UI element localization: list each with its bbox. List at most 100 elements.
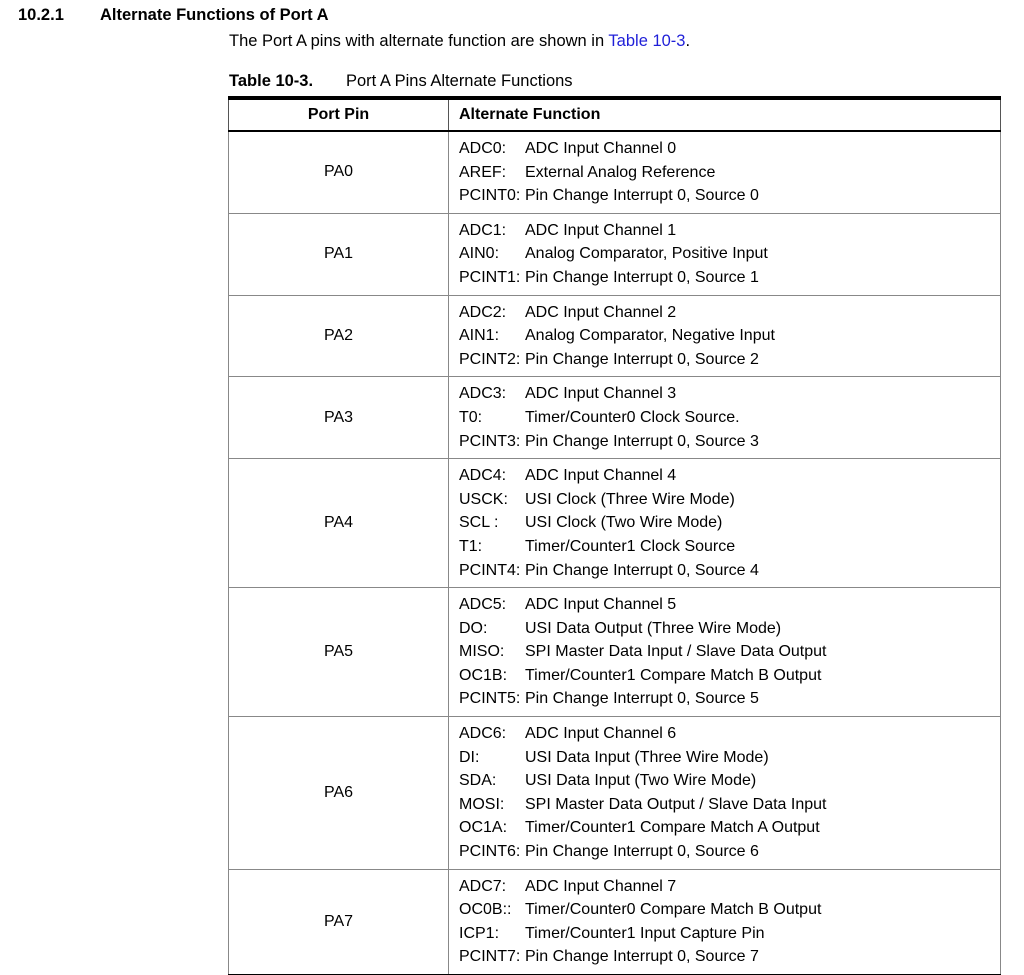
signal-name: DI: [459, 748, 480, 766]
signal-name: ADC4: [459, 467, 507, 485]
signal-description: USI Clock (Two Wire Mode) [525, 514, 723, 532]
signal-name: ADC0: [459, 140, 507, 157]
signal-description: ADC Input Channel 1 [525, 221, 677, 239]
signal-name: DO: [459, 619, 488, 637]
signal-description: ADC Input Channel 5 [525, 596, 677, 614]
signal-description: ADC Input Channel 6 [525, 725, 677, 743]
function-line: MOSI: SPI Master Data Output / Slave Data… [459, 793, 1000, 817]
function-line: AIN1: Analog Comparator, Negative Input [459, 324, 1000, 348]
function-line: PCINT1: Pin Change Interrupt 0, Source 1 [459, 266, 1000, 290]
function-line: AREF: External Analog Reference [459, 161, 1000, 185]
signal-description: Pin Change Interrupt 0, Source 6 [525, 843, 759, 861]
signal-description: Pin Change Interrupt 0, Source 1 [525, 268, 759, 286]
signal-description: Timer/Counter1 Compare Match B Output [525, 666, 822, 684]
signal-name: AIN0: [459, 245, 500, 263]
signal-description: Pin Change Interrupt 0, Source 4 [525, 561, 759, 579]
table-row: PA3 ADC3: ADC Input Channel 3 T0: Timer/Coun… [228, 376, 1001, 460]
signal-description: ADC Input Channel 0 [525, 140, 677, 157]
alternate-function-cell: ADC7: ADC Input Channel 7 OC0B:: Timer/Coun… [448, 868, 1001, 975]
signal-name: PCINT2: [459, 350, 521, 368]
signal-description: Timer/Counter1 Clock Source [525, 537, 736, 555]
section-heading: 10.2.1 Alternate Functions of Port A [18, 6, 329, 25]
function-line: PCINT7: Pin Change Interrupt 0, Source 7 [459, 945, 1000, 969]
table-row: PA2 ADC2: ADC Input Channel 2 AIN1: Analog C… [228, 294, 1001, 378]
signal-name: ADC1: [459, 221, 507, 239]
table-row: PA4 ADC4: ADC Input Channel 4 USCK: USI Cloc… [228, 458, 1001, 589]
header-port-pin: Port Pin [228, 96, 449, 132]
table-reference-link[interactable]: Table 10-3 [608, 32, 685, 50]
alternate-function-cell: ADC3: ADC Input Channel 3 T0: Timer/Counter… [448, 376, 1001, 460]
signal-description: USI Clock (Three Wire Mode) [525, 490, 735, 508]
signal-name: SDA: [459, 772, 497, 790]
signal-name: AREF: [459, 163, 507, 181]
port-pin-cell: PA2 [228, 294, 449, 378]
function-line: AIN0: Analog Comparator, Positive Input [459, 242, 1000, 266]
signal-description: Pin Change Interrupt 0, Source 7 [525, 948, 759, 966]
function-line: ADC4: ADC Input Channel 4 [459, 464, 1000, 488]
signal-name: ADC2: [459, 303, 507, 321]
intro-text: The Port A pins with alternate function … [229, 32, 609, 50]
function-line: ADC1: ADC Input Channel 1 [459, 219, 1000, 243]
port-pin-cell: PA7 [228, 868, 449, 975]
table-row: PA1 ADC1: ADC Input Channel 1 AIN0: Analog C… [228, 212, 1001, 296]
table-header-row: Port Pin Alternate Function [228, 96, 1001, 132]
signal-name: PCINT1: [459, 268, 521, 286]
signal-description: USI Data Input (Three Wire Mode) [525, 748, 769, 766]
signal-description: Timer/Counter1 Compare Match A Output [525, 819, 820, 837]
signal-description: USI Data Input (Two Wire Mode) [525, 772, 757, 790]
port-pin-cell: PA6 [228, 716, 449, 870]
signal-name: PCINT3: [459, 432, 521, 450]
port-pin-cell: PA3 [228, 376, 449, 460]
function-line: PCINT6: Pin Change Interrupt 0, Source 6 [459, 840, 1000, 864]
port-a-table-container: Port Pin Alternate Function PA0 ADC0: ADC … [228, 96, 1001, 975]
alternate-function-cell: ADC1: ADC Input Channel 1 AIN0: Analog Comp… [448, 212, 1001, 296]
signal-description: Timer/Counter0 Compare Match B Output [525, 901, 822, 919]
signal-description: Pin Change Interrupt 0, Source 3 [525, 432, 759, 450]
signal-name: PCINT4: [459, 561, 521, 579]
signal-description: ADC Input Channel 4 [525, 467, 677, 485]
signal-name: USCK: [459, 490, 508, 508]
table-caption-label: Table 10-3. [229, 72, 314, 90]
signal-name: PCINT0: [459, 187, 521, 205]
table-row: PA0 ADC0: ADC Input Channel 0 AREF: External… [228, 130, 1001, 214]
function-line: ICP1: Timer/Counter1 Input Capture Pin [459, 922, 1000, 946]
function-line: DO: USI Data Output (Three Wire Mode) [459, 617, 1000, 641]
signal-description: Timer/Counter1 Input Capture Pin [525, 924, 765, 942]
table-caption-title: Port A Pins Alternate Functions [346, 72, 573, 90]
signal-name: OC1B: [459, 666, 508, 684]
section-title: Alternate Functions of Port A [100, 6, 329, 24]
signal-description: Pin Change Interrupt 0, Source 5 [525, 690, 759, 708]
alternate-function-cell: ADC4: ADC Input Channel 4 USCK: USI Clock (… [448, 458, 1001, 589]
signal-description: USI Data Output (Three Wire Mode) [525, 619, 782, 637]
function-line: ADC0: ADC Input Channel 0 [459, 137, 1000, 161]
alternate-function-cell: ADC0: ADC Input Channel 0 AREF: External An… [448, 130, 1001, 214]
function-line: OC1B: Timer/Counter1 Compare Match B Outp… [459, 664, 1000, 688]
intro-text-end: . [685, 32, 691, 50]
signal-description: Analog Comparator, Negative Input [525, 327, 775, 345]
signal-description: Pin Change Interrupt 0, Source 0 [525, 187, 759, 205]
signal-name: ICP1: [459, 924, 500, 942]
function-line: ADC6: ADC Input Channel 6 [459, 722, 1000, 746]
signal-name: T1: [459, 537, 483, 555]
function-line: OC1A: Timer/Counter1 Compare Match A Outp… [459, 816, 1000, 840]
signal-name: AIN1: [459, 327, 500, 345]
function-line: SCL : USI Clock (Two Wire Mode) [459, 511, 1000, 535]
function-line: PCINT3: Pin Change Interrupt 0, Source 3 [459, 430, 1000, 454]
signal-description: ADC Input Channel 7 [525, 877, 677, 895]
port-pin-cell: PA4 [228, 458, 449, 589]
table-row: PA5 ADC5: ADC Input Channel 5 DO: USI Data O… [228, 587, 1001, 718]
function-line: DI: USI Data Input (Three Wire Mode) [459, 746, 1000, 770]
port-pin-cell: PA5 [228, 587, 449, 718]
function-line: MISO: SPI Master Data Input / Slave Data … [459, 640, 1000, 664]
function-line: ADC7: ADC Input Channel 7 [459, 875, 1000, 899]
signal-description: External Analog Reference [525, 163, 716, 181]
signal-description: Pin Change Interrupt 0, Source 2 [525, 350, 759, 368]
port-pin-cell: PA1 [228, 212, 449, 296]
signal-description: SPI Master Data Output / Slave Data Inpu… [525, 795, 827, 813]
signal-name: SCL : [459, 514, 499, 532]
header-alternate-function: Alternate Function [448, 96, 1001, 132]
signal-name: T0: [459, 408, 483, 426]
signal-name: MISO: [459, 643, 505, 661]
intro-paragraph: The Port A pins with alternate function … [229, 32, 690, 51]
function-line: PCINT4: Pin Change Interrupt 0, Source 4 [459, 559, 1000, 583]
